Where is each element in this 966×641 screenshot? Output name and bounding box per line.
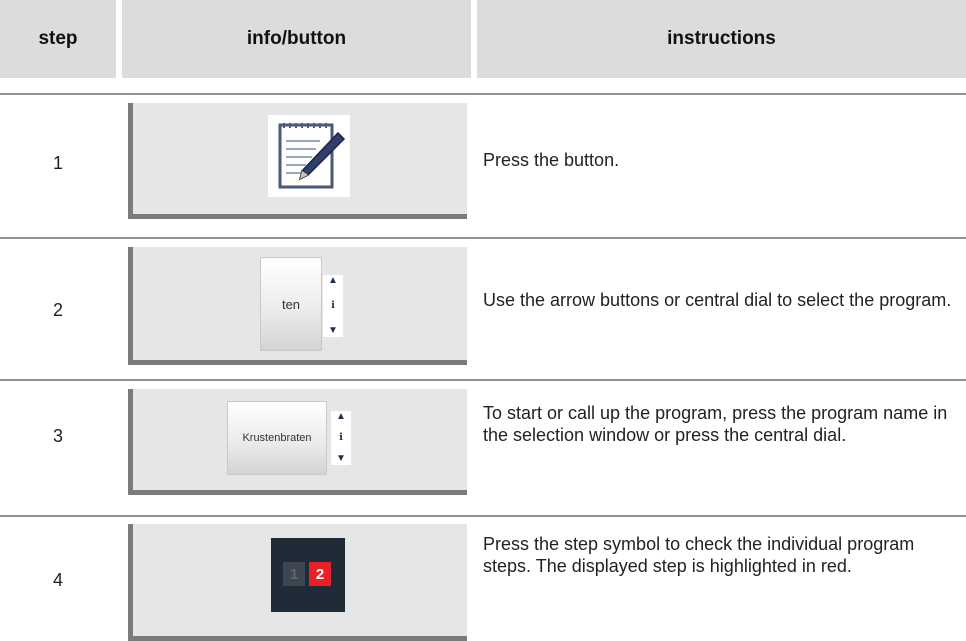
program-select-button[interactable]: ten <box>260 257 322 351</box>
table-header: step info/button instructions <box>0 0 966 78</box>
step-symbol-1[interactable]: 1 <box>283 562 305 586</box>
instruction-text: Use the arrow buttons or central dial to… <box>483 290 952 310</box>
table-row: 4 1 2 Press the step symbol to check the… <box>0 515 966 641</box>
row-divider <box>0 93 966 95</box>
scroll-controls: ▲ ℹ ▼ <box>323 275 343 337</box>
step-number: 4 <box>52 570 63 590</box>
step-number: 3 <box>52 426 63 446</box>
info-icon[interactable]: ℹ <box>339 432 343 444</box>
step-number: 1 <box>52 153 63 173</box>
step-symbol-2[interactable]: 2 <box>309 562 331 586</box>
instruction-text: Press the step symbol to check the indiv… <box>483 534 915 576</box>
program-button-label: ten <box>281 296 301 312</box>
instruction-text: To start or call up the program, press t… <box>483 403 948 445</box>
info-panel <box>128 103 467 219</box>
row-divider <box>0 237 966 239</box>
info-panel: ten ▲ ℹ ▼ <box>128 247 467 365</box>
arrow-down-icon[interactable]: ▼ <box>336 453 346 465</box>
row-divider <box>0 379 966 381</box>
column-header-info-button: info/button <box>122 0 471 78</box>
info-panel: Krustenbraten ▲ ℹ ▼ <box>128 389 467 495</box>
table-row: 2 ten ▲ ℹ ▼ Use the arrow buttons or cen… <box>0 237 966 377</box>
notepad-icon[interactable] <box>268 115 350 197</box>
scroll-controls: ▲ ℹ ▼ <box>331 411 351 465</box>
info-icon[interactable]: ℹ <box>331 300 335 312</box>
row-divider <box>0 515 966 517</box>
arrow-up-icon[interactable]: ▲ <box>328 275 338 287</box>
info-panel: 1 2 <box>128 524 467 641</box>
step-number: 2 <box>52 300 63 320</box>
column-header-instructions: instructions <box>477 0 966 78</box>
step-symbol-panel: 1 2 <box>271 538 345 612</box>
table-row: 3 Krustenbraten ▲ ℹ ▼ To start or call u… <box>0 379 966 499</box>
instruction-text: Press the button. <box>483 150 620 170</box>
column-header-step: step <box>0 0 116 78</box>
arrow-up-icon[interactable]: ▲ <box>336 411 346 423</box>
arrow-down-icon[interactable]: ▼ <box>328 325 338 337</box>
program-select-button[interactable]: Krustenbraten <box>227 401 327 475</box>
program-button-label: Krustenbraten <box>242 432 312 444</box>
table-row: 1 Press the button. <box>0 93 966 235</box>
